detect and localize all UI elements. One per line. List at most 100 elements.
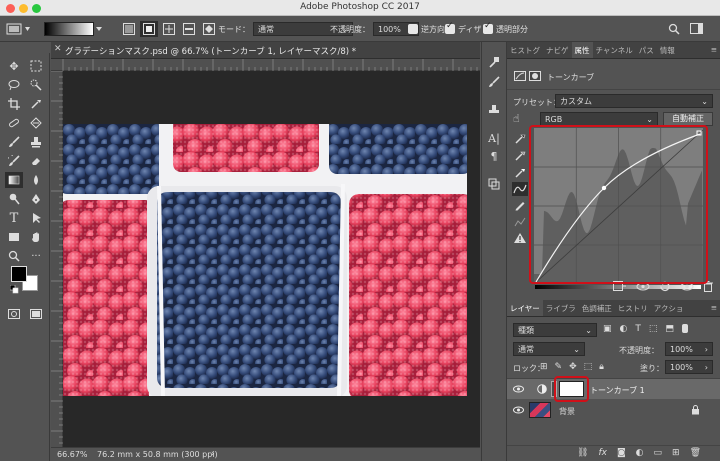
properties-tab-5[interactable]: 情報 [657,42,678,58]
move-tool[interactable]: ✥ [5,58,23,74]
set-black-point-button[interactable] [514,133,526,147]
layer-row[interactable]: トーンカーブ 1 [507,379,720,399]
layers-tab-0[interactable]: レイヤー [507,300,543,316]
filter-shape-icon[interactable]: ⬚ [649,324,658,334]
add-mask-icon[interactable]: ◙ [617,448,626,458]
linear-gradient-button[interactable] [120,21,138,37]
properties-tab-2[interactable]: 属性 [571,42,593,58]
lock-artboard-icon[interactable]: ⬚ [584,362,593,372]
gradient-picker[interactable] [44,22,104,36]
foreground-color-swatch[interactable] [11,266,27,282]
angle-gradient-button[interactable] [160,21,178,37]
eyedropper-tool[interactable] [27,96,45,112]
delete-layer-icon[interactable]: 🗑︎ [690,448,701,458]
radial-gradient-button[interactable] [140,21,158,37]
spot-healing-tool[interactable] [5,115,23,131]
edit-points-button[interactable] [512,182,528,196]
properties-tab-0[interactable]: ヒストグ [507,42,543,58]
preset-select[interactable]: カスタム ⌄ [555,94,713,108]
layer-thumbnail[interactable] [529,402,551,418]
new-group-icon[interactable]: ▭ [654,448,663,458]
properties-tab-3[interactable]: チャンネル [593,42,636,58]
blur-tool[interactable] [27,172,45,188]
layer-row[interactable]: 背景 [507,400,720,420]
horizontal-ruler[interactable] [51,59,480,71]
rectangle-tool[interactable] [5,229,23,245]
brush-tool[interactable] [5,134,23,150]
gradient-preview[interactable] [44,22,94,36]
layer-filter-select[interactable]: 種類 ⌄ [513,323,597,337]
document-info[interactable]: 76.2 mm x 50.8 mm (300 ppi) [97,450,218,459]
smooth-curve-button[interactable] [514,216,526,230]
auto-adjust-button[interactable]: 自動補正 [663,112,713,126]
layers-tab-3[interactable]: ヒストリ [615,300,651,316]
lock-all-icon[interactable]: 🔒︎ [599,362,604,372]
properties-panel-menu-icon[interactable]: ≡ [708,42,720,58]
crop-tool[interactable] [5,96,23,112]
target-adjust-button[interactable]: ☝ [513,112,531,126]
close-tab-icon[interactable]: ✕ [54,44,62,54]
history-brush-tool[interactable] [5,153,23,169]
clone-stamp-tool[interactable] [27,134,45,150]
pen-tool[interactable] [27,191,45,207]
set-gray-point-button[interactable] [514,150,526,164]
reverse-check-icon[interactable] [408,24,418,34]
status-menu-icon[interactable]: › [211,449,215,459]
type-tool[interactable]: T [5,210,23,226]
quick-mask-button[interactable] [5,306,23,322]
zoom-tool[interactable] [5,248,23,264]
eraser-tool[interactable] [27,153,45,169]
glyphs-panel-button[interactable] [485,176,503,192]
channel-select[interactable]: RGB ⌄ [540,112,658,126]
vertical-ruler[interactable] [51,70,63,447]
reverse-checkbox[interactable]: 逆方向 [408,22,445,36]
dither-checkbox[interactable]: ディザ [445,21,481,36]
workspace-button[interactable] [690,22,704,36]
search-button[interactable] [668,22,680,36]
tool-presets-button[interactable] [485,54,503,70]
layers-tab-4[interactable]: アクショ [651,300,687,316]
blend-mode-select[interactable]: 通常 ⌄ [513,342,585,356]
diamond-gradient-button[interactable] [200,21,218,37]
dither-check-icon[interactable] [445,21,455,34]
link-layers-icon[interactable]: ⛓︎ [577,448,588,458]
layer-opacity-field[interactable]: 100% › [665,342,713,356]
filter-smart-object-icon[interactable]: ⬒ [665,324,674,334]
visibility-eye-icon[interactable] [513,406,524,414]
properties-tab-1[interactable]: ナビゲ [543,42,572,58]
path-selection-tool[interactable] [27,210,45,226]
hand-tool[interactable] [27,229,45,245]
transparency-check-icon[interactable] [483,21,493,34]
clone-source-button[interactable] [485,102,503,118]
filter-toggle-icon[interactable] [681,324,688,333]
new-adjustment-layer-icon[interactable]: ◐ [636,448,644,458]
filter-pixel-icon[interactable]: ▣ [603,324,612,334]
lock-transparency-icon[interactable]: ⊞ [540,362,548,372]
layer-style-icon[interactable]: fx [598,448,607,458]
clipping-warning-button[interactable] [513,232,527,246]
tool-preset-picker[interactable] [6,22,32,36]
gradient-tool[interactable] [5,172,23,188]
quick-select-tool[interactable] [27,77,45,93]
draw-curve-button[interactable] [514,199,526,213]
filter-adjustment-icon[interactable]: ◐ [620,324,628,334]
properties-tab-4[interactable]: パス [636,42,657,58]
visibility-eye-icon[interactable] [513,385,524,393]
zoom-level[interactable]: 66.67% [57,450,88,459]
layers-panel-menu-icon[interactable]: ≡ [708,300,720,316]
layer-name[interactable]: 背景 [559,406,575,417]
patch-tool[interactable] [27,115,45,131]
lock-paint-icon[interactable]: ✎ [555,362,563,372]
mask-icon[interactable] [529,71,541,81]
default-colors-icon[interactable] [9,284,19,294]
more-tools-button[interactable]: ··· [27,248,45,264]
brush-settings-button[interactable] [485,74,503,90]
filter-type-icon[interactable]: T [635,324,641,334]
layers-tab-1[interactable]: ライブラ [543,300,579,316]
dodge-tool[interactable] [5,191,23,207]
reflected-gradient-button[interactable] [180,21,198,37]
transparency-checkbox[interactable]: 透明部分 [483,21,528,36]
character-panel-button[interactable]: A| [485,130,503,146]
set-white-point-button[interactable] [514,167,526,181]
lasso-tool[interactable] [5,77,23,93]
